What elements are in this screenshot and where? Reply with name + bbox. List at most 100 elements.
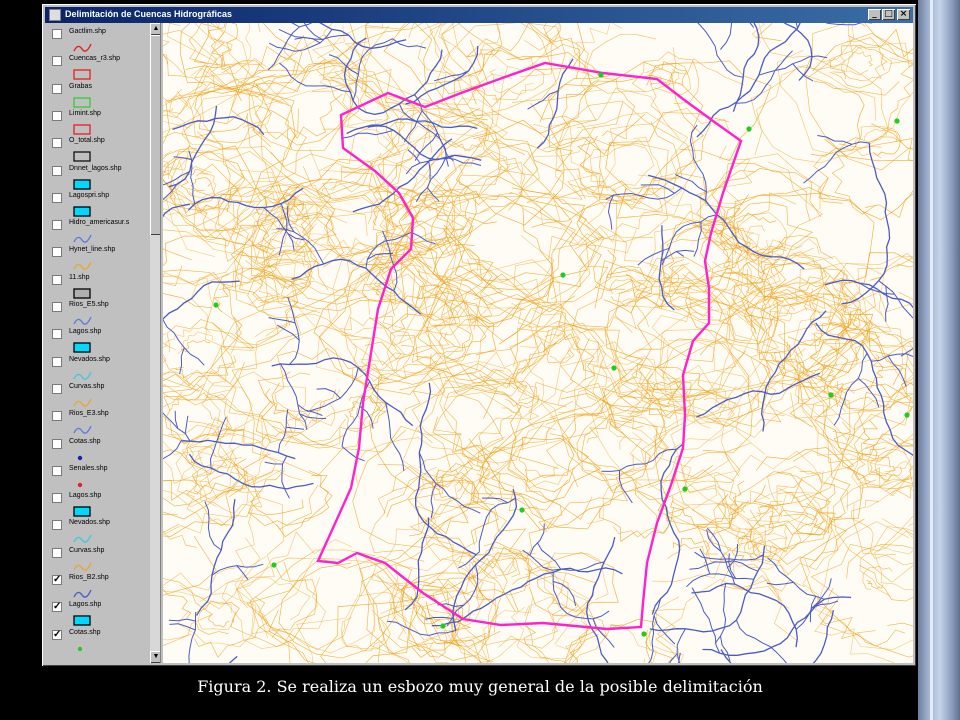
elevation-point	[611, 365, 617, 371]
elevation-point	[904, 412, 910, 418]
layer-checkbox[interactable]	[52, 83, 62, 94]
legend-item-label: Limint.shp	[69, 109, 101, 117]
legend-item-label: Hidro_americasur.s	[69, 219, 130, 227]
legend-item-label: Gactlim.shp	[69, 28, 106, 35]
legend-item[interactable]: ✓ Lagos.shp	[52, 601, 158, 628]
legend-item[interactable]: Nevados.shp	[52, 355, 158, 383]
layer-checkbox[interactable]	[52, 220, 62, 231]
legend-item[interactable]: Rios_E5.shp	[52, 301, 158, 328]
legend-item-label: Senales.shp	[69, 464, 108, 472]
gis-window: Delimitación de Cuencas Hidrográficas _ …	[42, 4, 916, 666]
legend-symbol-icon	[73, 69, 91, 80]
legend-item[interactable]: Cuencas_r3.shp	[52, 55, 158, 82]
legend-item[interactable]: Grabas	[52, 82, 158, 110]
legend-item-label: Lagos.shp	[69, 492, 102, 500]
close-icon[interactable]: ×	[897, 9, 910, 20]
layer-checkbox[interactable]	[52, 110, 62, 121]
layer-checkbox[interactable]	[52, 56, 62, 67]
legend-scrollbar[interactable]: ▲ ▼	[150, 23, 160, 663]
legend-item[interactable]: Nevados.shp	[52, 519, 158, 546]
window-title: Delimitación de Cuencas Hidrográficas	[65, 9, 233, 19]
legend-item[interactable]: 11.shp	[52, 273, 158, 301]
frame-highlight	[930, 0, 933, 720]
legend-item[interactable]: Cotas.shp	[52, 437, 158, 465]
scroll-down-icon[interactable]: ▼	[150, 651, 160, 663]
legend-item[interactable]: Curvas.shp	[52, 546, 158, 574]
layer-checkbox[interactable]	[52, 302, 62, 312]
legend-item[interactable]: ✓ Rios_B2.shp	[52, 574, 158, 601]
elevation-point	[271, 562, 277, 568]
legend-item[interactable]: Senales.shp	[52, 464, 158, 492]
legend-item-label: Nevados.shp	[69, 355, 110, 363]
scroll-up-icon[interactable]: ▲	[150, 23, 160, 35]
layer-checkbox[interactable]	[52, 465, 62, 476]
layer-checkbox[interactable]	[52, 383, 62, 394]
legend-item-label: Lagos.shp	[69, 601, 102, 609]
legend-item[interactable]: Limint.shp	[52, 109, 158, 137]
legend-item[interactable]: Hidro_americasur.s	[52, 219, 158, 246]
legend-item-label: Curvas.shp	[69, 546, 105, 554]
layer-checkbox-checked[interactable]: ✓	[52, 629, 62, 640]
legend-item[interactable]: Lagospri.shp	[52, 191, 158, 219]
elevation-point	[440, 623, 446, 629]
elevation-point	[598, 72, 604, 78]
layer-checkbox[interactable]	[52, 247, 62, 258]
legend-item-label: O_total.shp	[69, 137, 105, 145]
legend-item[interactable]: Lagos.shp	[52, 328, 158, 355]
legend-symbol-icon	[73, 342, 91, 353]
legend-item-label: Rios_B2.shp	[69, 574, 109, 581]
legend-symbol-icon	[73, 206, 91, 217]
map-canvas[interactable]	[163, 23, 913, 663]
layer-checkbox[interactable]	[52, 29, 62, 39]
elevation-point	[519, 507, 525, 513]
layer-checkbox[interactable]	[52, 411, 62, 422]
legend-item[interactable]: Hynet_line.shp	[52, 246, 158, 273]
legend-item-label: 11.shp	[69, 273, 90, 281]
legend-item-label: Lagospri.shp	[69, 191, 110, 199]
layer-checkbox[interactable]	[52, 547, 62, 558]
layer-checkbox[interactable]	[52, 138, 62, 149]
legend-item[interactable]: Dnnet_lagos.shp	[52, 165, 158, 192]
layer-checkbox[interactable]	[52, 438, 62, 449]
layer-checkbox[interactable]	[52, 520, 62, 531]
legend-symbol-icon	[77, 482, 83, 487]
legend-symbol-icon	[73, 589, 92, 598]
map-view[interactable]	[163, 23, 913, 663]
legend-item-label: Grabas	[69, 82, 92, 90]
layer-checkbox[interactable]	[52, 329, 62, 340]
legend-item-label: Rios_E3.shp	[69, 410, 109, 418]
legend-symbol-icon	[73, 43, 92, 52]
maximize-icon[interactable]: □	[882, 9, 895, 20]
legend-symbol-icon	[73, 124, 91, 135]
legend-symbol-icon	[73, 615, 91, 626]
legend-symbol-icon	[73, 288, 91, 299]
minimize-icon[interactable]: _	[868, 9, 881, 20]
legend-item[interactable]: ✓ Cotas.shp	[52, 629, 158, 656]
layer-checkbox[interactable]	[52, 493, 62, 504]
scroll-thumb[interactable]	[150, 35, 160, 235]
elevation-point	[560, 272, 566, 278]
legend-item[interactable]: Lagos.shp	[52, 492, 158, 519]
layer-checkbox-checked[interactable]: ✓	[52, 575, 62, 585]
legend-symbol-icon	[73, 535, 92, 544]
legend-item-label: Rios_E5.shp	[69, 301, 109, 308]
title-bar[interactable]: Delimitación de Cuencas Hidrográficas _ …	[45, 7, 913, 23]
legend-symbol-icon	[73, 506, 91, 517]
legend-item[interactable]: Gactlim.shp	[52, 28, 158, 55]
legend-item-label: Curvas.shp	[69, 382, 105, 390]
legend-symbol-icon	[73, 425, 92, 434]
legend-item-label: Cotas.shp	[69, 437, 101, 445]
legend-item[interactable]: Rios_E3.shp	[52, 410, 158, 437]
layer-checkbox[interactable]	[52, 165, 62, 176]
layer-checkbox-checked[interactable]: ✓	[52, 602, 62, 613]
elevation-point	[682, 486, 688, 492]
layer-checkbox[interactable]	[52, 192, 62, 203]
legend-item-label: Hynet_line.shp	[69, 246, 116, 254]
legend-symbol-icon	[73, 262, 92, 271]
layer-checkbox[interactable]	[52, 356, 62, 367]
elevation-point	[213, 302, 219, 308]
legend-item[interactable]: O_total.shp	[52, 137, 158, 164]
legend-item[interactable]: Curvas.shp	[52, 382, 158, 410]
layer-checkbox[interactable]	[52, 274, 62, 285]
legend-symbol-icon	[73, 316, 92, 325]
